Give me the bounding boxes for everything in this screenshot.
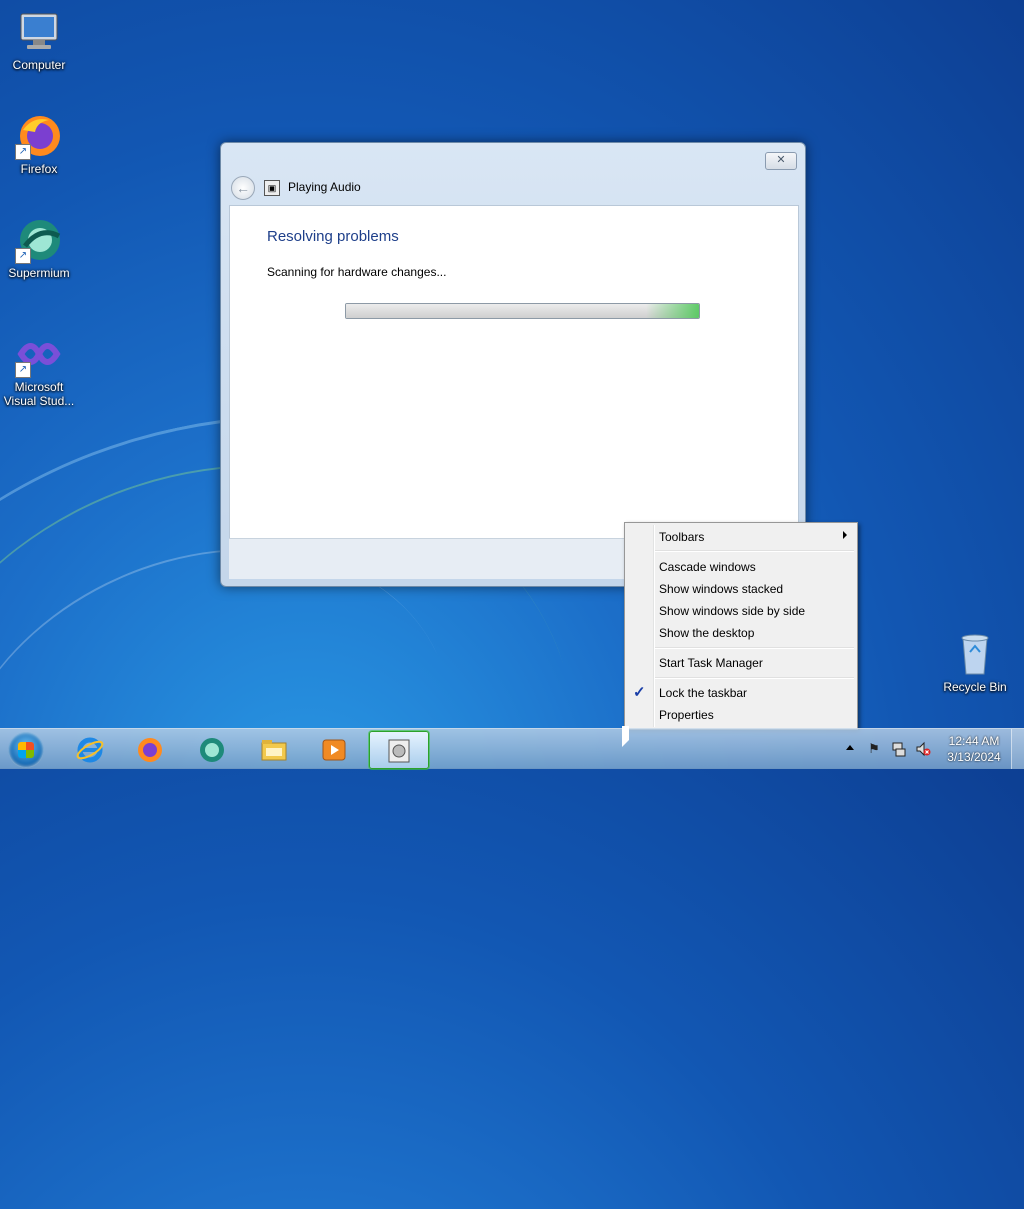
file-explorer-icon — [260, 736, 288, 764]
desktop-icon-recycle-bin[interactable]: Recycle Bin — [937, 630, 1013, 694]
shortcut-arrow-icon: ↗ — [15, 144, 31, 160]
shortcut-arrow-icon: ↗ — [15, 362, 31, 378]
menu-item-show-windows-side-by-side[interactable]: Show windows side by side — [659, 604, 805, 618]
menu-item-lock-the-taskbar[interactable]: Lock the taskbar — [659, 686, 747, 700]
computer-icon — [15, 8, 63, 56]
taskbar-button-file-explorer[interactable] — [245, 731, 303, 767]
menu-item-label: Toolbars — [659, 530, 705, 544]
menu-separator — [655, 647, 854, 649]
taskbar-button-troubleshooter[interactable] — [369, 731, 429, 769]
system-clock[interactable]: 12:44 AM 3/13/2024 — [938, 733, 1010, 765]
troubleshooter-icon: ▣ — [264, 180, 280, 196]
desktop-icon-supermium[interactable]: ↗ Supermium — [1, 216, 77, 280]
shortcut-arrow-icon: ↗ — [15, 248, 31, 264]
menu-item-cascade-windows[interactable]: Cascade windows — [659, 560, 756, 574]
menu-item-properties[interactable]: Properties — [659, 708, 714, 722]
show-hidden-icons-arrow-icon[interactable] — [846, 745, 854, 750]
submenu-arrow-icon — [843, 531, 847, 539]
supermium-icon: ↗ — [15, 216, 63, 264]
status-text: Scanning for hardware changes... — [267, 265, 447, 279]
mouse-cursor-icon — [622, 726, 629, 747]
taskbar-button-media-player[interactable] — [305, 731, 363, 767]
firefox-icon: ↗ — [15, 112, 63, 160]
menu-item-show-the-desktop[interactable]: Show the desktop — [659, 626, 754, 640]
volume-muted-icon[interactable] — [915, 741, 931, 757]
close-button[interactable]: ✕ — [765, 152, 797, 170]
dialog-title: Playing Audio — [288, 180, 361, 194]
desktop-icon-label: Supermium — [8, 266, 70, 280]
desktop-icon-computer[interactable]: Computer — [1, 8, 77, 72]
recycle-bin-icon — [951, 630, 999, 678]
dialog-heading: Resolving problems — [267, 228, 399, 245]
progress-bar — [345, 303, 700, 319]
desktop-icon-label: Microsoft Visual Stud... — [3, 380, 75, 408]
taskbar-button-firefox[interactable] — [121, 731, 179, 767]
menu-item-show-windows-stacked[interactable]: Show windows stacked — [659, 582, 783, 596]
menu-separator — [655, 677, 854, 679]
progress-fill — [346, 304, 699, 318]
clock-time: 12:44 AM — [948, 734, 1000, 748]
checkmark-icon: ✓ — [633, 684, 646, 701]
visual-studio-icon: ↗ — [15, 330, 63, 378]
firefox-icon — [136, 736, 164, 764]
media-player-icon — [320, 736, 348, 764]
action-center-flag-icon[interactable]: ⚑ — [866, 741, 882, 757]
dialog-content: Resolving problems Scanning for hardware… — [229, 205, 799, 539]
taskbar: ⚑ 12:44 AM 3/13/2024 — [0, 728, 1024, 769]
desktop-icon-firefox[interactable]: ↗ Firefox — [1, 112, 77, 176]
windows-logo-icon — [18, 742, 34, 758]
clock-date: 3/13/2024 — [947, 750, 1001, 764]
troubleshooter-dialog: ✕ ← ▣ Playing Audio Resolving problems S… — [220, 142, 806, 587]
menu-separator — [655, 550, 854, 552]
taskbar-context-menu: Toolbars Cascade windows Show windows st… — [624, 522, 858, 730]
desktop-icon-label: Computer — [12, 58, 66, 72]
desktop-icon-label: Firefox — [20, 162, 58, 176]
supermium-icon — [198, 736, 226, 764]
back-arrow-icon[interactable]: ← — [231, 176, 255, 200]
desktop-icon-label: Recycle Bin — [943, 680, 1007, 694]
show-desktop-button[interactable] — [1011, 729, 1024, 769]
network-icon[interactable] — [891, 741, 907, 757]
menu-item-toolbars[interactable]: Toolbars — [659, 530, 847, 544]
troubleshooter-icon — [385, 737, 413, 765]
internet-explorer-icon — [76, 736, 104, 764]
menu-item-start-task-manager[interactable]: Start Task Manager — [659, 656, 763, 670]
taskbar-button-supermium[interactable] — [183, 731, 241, 767]
desktop-icon-visual-studio[interactable]: ↗ Microsoft Visual Stud... — [1, 330, 77, 408]
taskbar-button-internet-explorer[interactable] — [61, 731, 119, 767]
start-button[interactable] — [8, 732, 44, 768]
